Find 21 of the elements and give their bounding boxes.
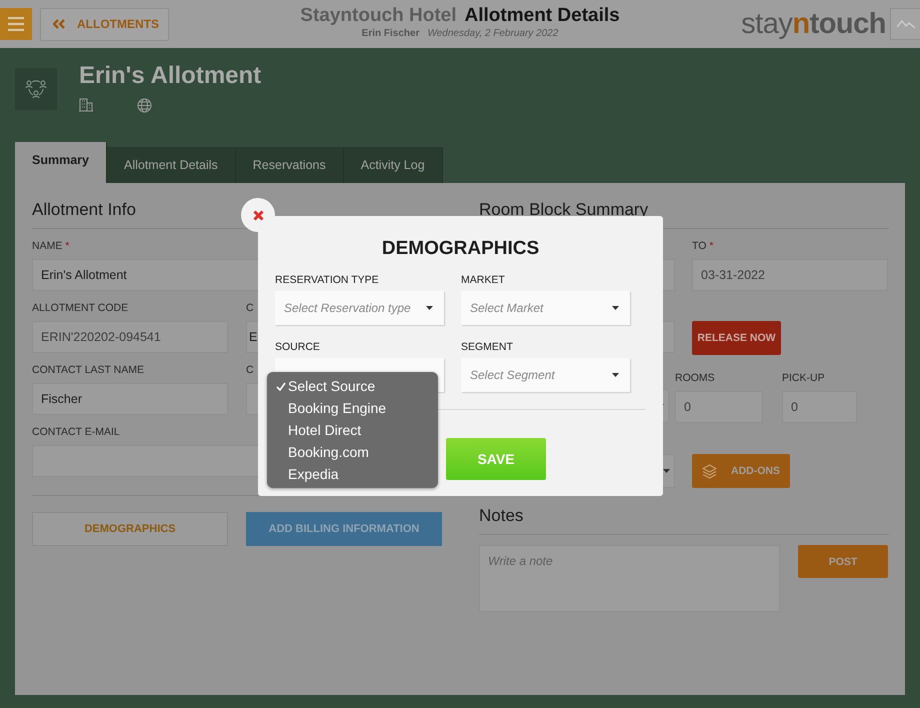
logo: stayntouch	[741, 9, 886, 39]
field-label: C	[246, 302, 254, 315]
section-heading: Notes	[479, 506, 889, 535]
field-label: ALLOTMENT CODE	[32, 302, 128, 315]
allotment-title: Erin's Allotment	[79, 62, 262, 90]
field-label: MARKET	[461, 274, 506, 286]
business-date: Wednesday, 2 February 2022	[427, 27, 558, 40]
field-label: PICK-UP	[782, 372, 825, 385]
field-label: SOURCE	[275, 341, 321, 353]
user-name: Erin Fischer	[362, 27, 420, 40]
dialog-title: DEMOGRAPHICS	[380, 238, 540, 260]
field-label: CONTACT E-MAIL	[32, 426, 120, 439]
field-label: C	[246, 364, 254, 377]
field-label: NAME *	[32, 240, 70, 253]
field-label: TO *	[692, 240, 714, 253]
field-label: RESERVATION TYPE	[275, 274, 380, 286]
field-label: ROOMS	[675, 372, 715, 385]
page-title: Allotment Details	[464, 5, 620, 27]
field-label: CONTACT LAST NAME	[32, 364, 144, 377]
hotel-name: Stayntouch Hotel	[300, 5, 457, 27]
field-label: SEGMENT	[461, 341, 514, 353]
